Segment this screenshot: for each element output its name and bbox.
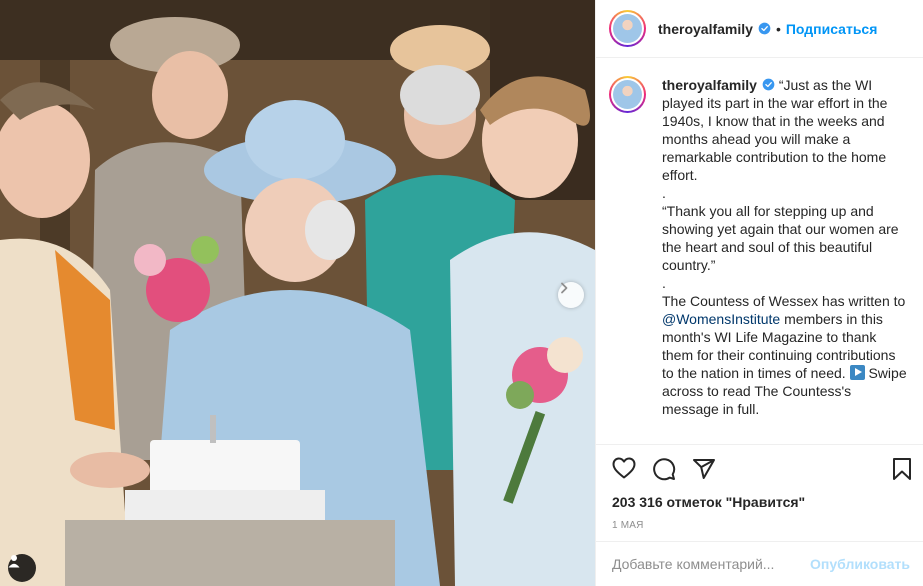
photo-illustration: [0, 0, 595, 586]
caption-username-link[interactable]: theroyalfamily: [662, 77, 757, 93]
heart-icon[interactable]: [612, 457, 636, 479]
likes-count[interactable]: 203 316 отметок "Нравится": [596, 494, 923, 510]
post-date[interactable]: 1 МАЯ: [596, 520, 923, 531]
post-header: theroyalfamily • Подписаться: [596, 0, 923, 58]
publish-comment-button[interactable]: Опубликовать: [810, 556, 910, 572]
caption-separator: .: [662, 185, 666, 201]
chevron-right-icon: [561, 282, 568, 294]
next-photo-button[interactable]: [558, 282, 584, 308]
action-bar: [596, 444, 923, 488]
caption-avatar[interactable]: [609, 76, 646, 113]
caption-paragraph-3-start: The Countess of Wessex has written to: [662, 293, 906, 309]
caption-text: theroyalfamily “Just as the WI played it…: [662, 76, 907, 444]
caption-paragraph-2: “Thank you all for stepping up and showi…: [662, 203, 899, 273]
bookmark-icon[interactable]: [892, 457, 912, 481]
separator-dot: •: [775, 20, 781, 37]
play-button-emoji-icon: [849, 365, 865, 380]
speech-bubble-icon[interactable]: [652, 457, 676, 481]
post-side-panel: theroyalfamily • Подписаться theroyalfam…: [595, 0, 923, 586]
mention-link[interactable]: @WomensInstitute: [662, 311, 780, 327]
verified-badge-icon: [762, 78, 775, 91]
post-photo[interactable]: [0, 0, 595, 586]
avatar[interactable]: [609, 10, 646, 47]
verified-badge-icon: [758, 22, 771, 35]
username-link[interactable]: theroyalfamily: [658, 21, 753, 37]
caption-area: theroyalfamily “Just as the WI played it…: [596, 58, 923, 444]
comment-input[interactable]: [612, 556, 805, 572]
caption-separator: .: [662, 275, 666, 291]
tagged-users-button[interactable]: [8, 554, 36, 582]
follow-button[interactable]: Подписаться: [786, 21, 878, 37]
user-tag-icon: [8, 555, 20, 568]
paper-plane-icon[interactable]: [692, 457, 716, 481]
comment-bar: Опубликовать: [596, 541, 923, 586]
